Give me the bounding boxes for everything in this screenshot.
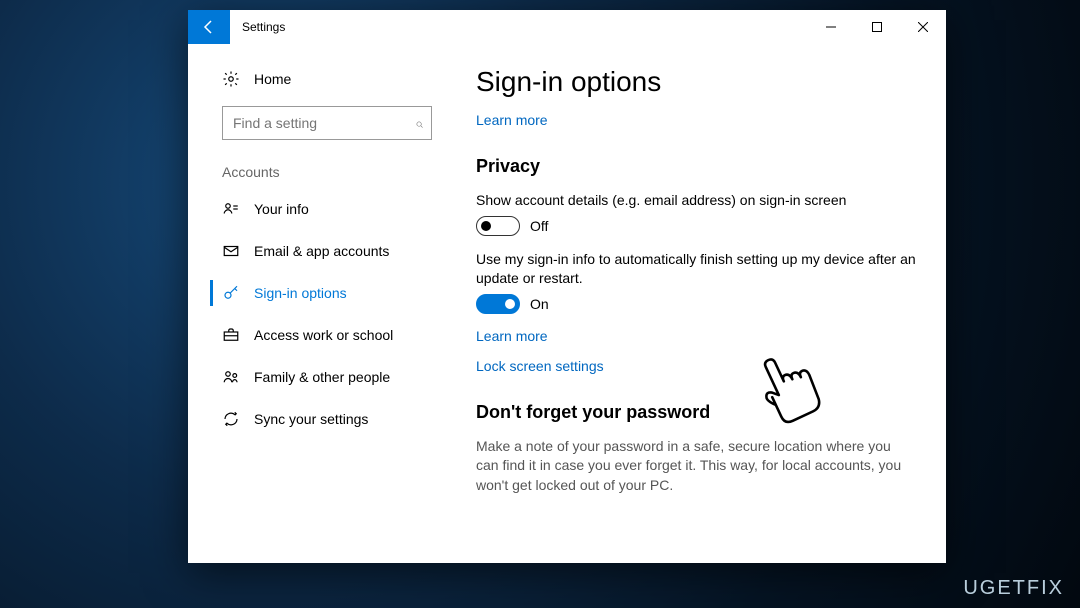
page-title: Sign-in options — [476, 66, 916, 98]
people-icon — [222, 368, 240, 386]
sidebar-item-family[interactable]: Family & other people — [188, 356, 466, 398]
privacy-option-2-label: Use my sign-in info to automatically fin… — [476, 250, 916, 288]
toggle-state: On — [530, 296, 549, 312]
sidebar-item-label: Email & app accounts — [254, 243, 389, 259]
privacy-option-1-label: Show account details (e.g. email address… — [476, 191, 916, 210]
search-box[interactable] — [222, 106, 432, 140]
key-icon — [222, 284, 240, 302]
sidebar-item-sign-in-options[interactable]: Sign-in options — [188, 272, 466, 314]
password-body: Make a note of your password in a safe, … — [476, 437, 916, 496]
sidebar-item-label: Sync your settings — [254, 411, 368, 427]
content: Sign-in options Learn more Privacy Show … — [466, 44, 946, 563]
maximize-button[interactable] — [854, 10, 900, 44]
sidebar: Home Accounts Your info — [188, 44, 466, 563]
privacy-option-2-toggle[interactable] — [476, 294, 520, 314]
sidebar-item-sync[interactable]: Sync your settings — [188, 398, 466, 440]
settings-window: Settings Home — [188, 10, 946, 563]
minimize-button[interactable] — [808, 10, 854, 44]
sidebar-item-label: Family & other people — [254, 369, 390, 385]
close-button[interactable] — [900, 10, 946, 44]
home-label: Home — [254, 71, 291, 87]
app-title: Settings — [230, 10, 297, 44]
back-button[interactable] — [188, 10, 230, 44]
titlebar: Settings — [188, 10, 946, 44]
sidebar-item-email-accounts[interactable]: Email & app accounts — [188, 230, 466, 272]
window-controls — [808, 10, 946, 44]
search-input[interactable] — [231, 114, 416, 132]
sidebar-item-access-work-school[interactable]: Access work or school — [188, 314, 466, 356]
section-label: Accounts — [188, 164, 466, 188]
learn-more-link[interactable]: Learn more — [476, 112, 916, 128]
person-card-icon — [222, 200, 240, 218]
search-icon — [416, 115, 423, 131]
toggle-state: Off — [530, 218, 548, 234]
learn-more-link-2[interactable]: Learn more — [476, 328, 916, 344]
briefcase-icon — [222, 326, 240, 344]
envelope-icon — [222, 242, 240, 260]
sidebar-item-label: Your info — [254, 201, 309, 217]
home-button[interactable]: Home — [188, 62, 466, 96]
privacy-heading: Privacy — [476, 156, 916, 177]
privacy-option-1-toggle[interactable] — [476, 216, 520, 236]
sidebar-item-label: Access work or school — [254, 327, 393, 343]
sidebar-item-label: Sign-in options — [254, 285, 347, 301]
gear-icon — [222, 70, 240, 88]
sync-icon — [222, 410, 240, 428]
lock-screen-settings-link[interactable]: Lock screen settings — [476, 358, 916, 374]
watermark: UGETFIX — [963, 577, 1064, 600]
password-heading: Don't forget your password — [476, 402, 916, 423]
sidebar-item-your-info[interactable]: Your info — [188, 188, 466, 230]
